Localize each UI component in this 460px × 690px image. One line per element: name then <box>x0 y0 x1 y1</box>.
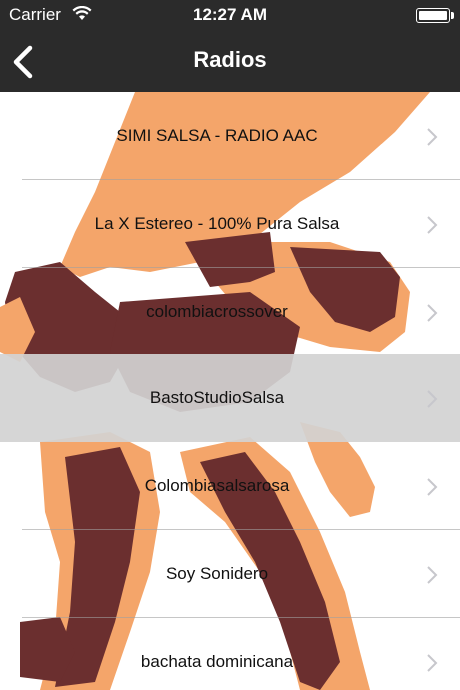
radio-row[interactable]: Soy Sonidero <box>0 530 460 618</box>
chevron-right-icon <box>427 654 438 672</box>
chevron-right-icon <box>427 216 438 234</box>
radio-name: bachata dominicana <box>140 652 294 671</box>
status-bar: Carrier 12:27 AM <box>0 0 460 30</box>
chevron-right-icon <box>427 390 438 408</box>
navigation-bar: Radios <box>0 30 460 92</box>
radio-row-selected[interactable]: BastoStudioSalsa <box>0 354 460 442</box>
radio-list[interactable]: SIMI SALSA - RADIO AAC La X Estereo - 10… <box>0 92 460 690</box>
radio-row[interactable]: bachata dominicana <box>0 618 460 690</box>
clock: 12:27 AM <box>192 5 267 24</box>
radio-row[interactable]: La X Estereo - 100% Pura Salsa <box>0 180 460 268</box>
radio-row[interactable]: Colombiasalsarosa <box>0 442 460 530</box>
radio-row[interactable]: SIMI SALSA - RADIO AAC <box>0 92 460 180</box>
radio-name: BastoStudioSalsa <box>149 388 285 407</box>
chevron-right-icon <box>427 304 438 322</box>
radio-name: La X Estereo - 100% Pura Salsa <box>94 214 340 233</box>
radio-name: Soy Sonidero <box>165 564 269 583</box>
battery-icon <box>416 8 450 23</box>
radio-name: Colombiasalsarosa <box>144 476 290 495</box>
chevron-right-icon <box>427 128 438 146</box>
page-title: Radios <box>193 47 267 72</box>
battery-tip <box>451 12 454 19</box>
chevron-right-icon <box>427 566 438 584</box>
radio-name: SIMI SALSA - RADIO AAC <box>116 126 318 145</box>
chevron-right-icon <box>427 478 438 496</box>
radio-name: colombiacrossover <box>146 302 288 321</box>
radio-row[interactable]: colombiacrossover <box>0 268 460 356</box>
